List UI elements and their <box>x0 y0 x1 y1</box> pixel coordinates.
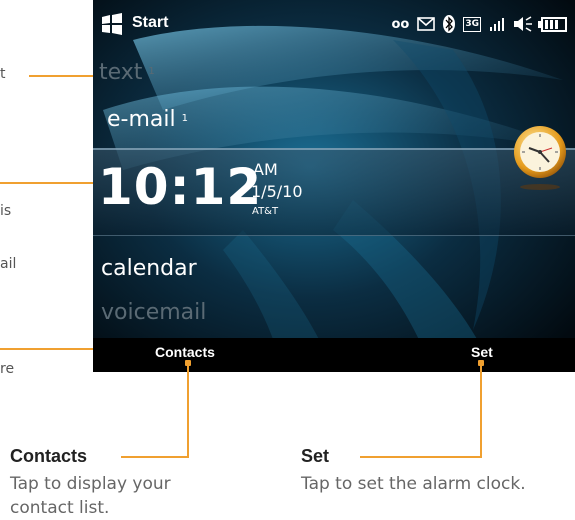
annotation-fragment-2: is <box>0 203 12 219</box>
callout-line-contacts-v <box>187 366 189 457</box>
envelope-icon <box>417 17 436 31</box>
set-caption-desc: Tap to set the alarm clock. <box>301 474 526 494</box>
contacts-softkey[interactable]: Contacts <box>155 344 215 360</box>
start-label[interactable]: Start <box>132 14 168 32</box>
date-label: 1/5/10 <box>251 182 303 201</box>
windows-start-icon[interactable] <box>101 13 123 35</box>
time-display: 10:12 <box>98 158 263 216</box>
annotation-fragment-4: re <box>0 361 15 377</box>
contacts-caption-desc-line2: contact list. <box>10 498 110 518</box>
carrier-label: AT&T <box>252 206 279 217</box>
contacts-caption-desc-line1: Tap to display your <box>10 474 171 494</box>
annotation-fragment-3: ail <box>0 256 17 272</box>
ampm-label: AM <box>253 160 278 179</box>
set-caption-title: Set <box>301 446 330 466</box>
voicemail-item[interactable]: voicemail <box>101 300 206 325</box>
alarm-clock-icon[interactable] <box>512 124 568 192</box>
email-count: 1 <box>181 113 188 124</box>
set-softkey[interactable]: Set <box>471 344 493 360</box>
email-item[interactable]: e-mail 1 <box>107 107 188 132</box>
callout-line-text <box>29 75 101 77</box>
voicemail-icon: ᴏᴏ <box>391 16 410 32</box>
callout-line-set-v <box>480 366 482 457</box>
text-label: text <box>99 60 143 85</box>
phone-screen: Start ᴏᴏ 3G text 1 e-mail 1 10:12 AM 1/5… <box>93 0 575 372</box>
bluetooth-icon <box>443 15 456 33</box>
text-count: 1 <box>148 66 155 77</box>
battery-icon <box>538 16 567 32</box>
contacts-caption-title: Contacts <box>10 446 88 466</box>
status-icons: ᴏᴏ 3G <box>391 13 567 35</box>
signal-icon <box>490 18 504 31</box>
annotation-fragment-1: t <box>0 66 6 82</box>
text-messages-item[interactable]: text 1 <box>99 60 155 85</box>
softkey-bar: Contacts Set <box>93 338 575 372</box>
status-bar: Start ᴏᴏ 3G <box>93 0 575 48</box>
speaker-icon <box>514 16 532 32</box>
3g-icon: 3G <box>463 16 481 32</box>
callout-line-set <box>360 456 482 458</box>
callout-line-contacts <box>121 456 189 458</box>
calendar-item[interactable]: calendar <box>101 256 197 281</box>
email-label: e-mail <box>107 107 176 132</box>
